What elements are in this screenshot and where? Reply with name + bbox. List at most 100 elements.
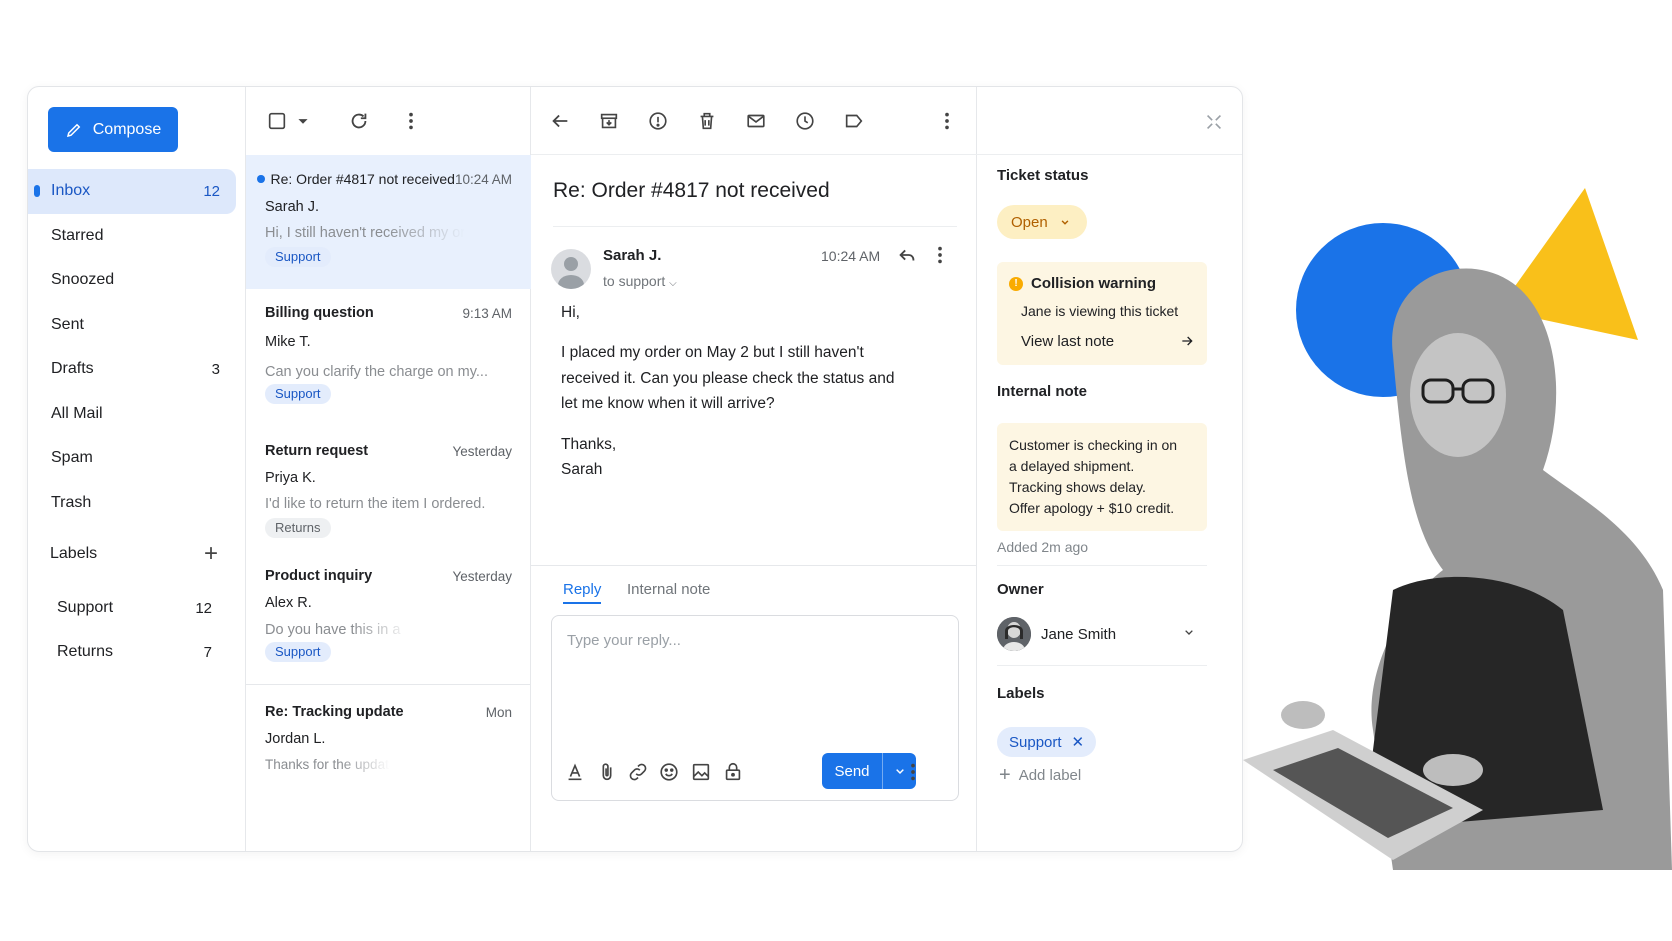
tab-internal-note[interactable]: Internal note xyxy=(627,581,710,598)
mail-app-window: Compose Inbox 12 Starred Snoozed Sent Dra… xyxy=(27,86,1243,852)
message-time: 9:13 AM xyxy=(462,305,512,321)
add-label-text: Add label xyxy=(1018,766,1082,784)
message-row-header: Return request Yesterday xyxy=(265,443,512,459)
more-vert-icon[interactable] xyxy=(929,244,951,266)
email-closing: Thanks, xyxy=(561,436,617,453)
sidebar-label-support[interactable]: Support 12 xyxy=(57,593,212,623)
label-name: Returns xyxy=(57,643,114,660)
message-row[interactable]: Re: Order #4817 not received 10:24 AM Sar… xyxy=(246,155,531,289)
labels-header: Labels + xyxy=(50,539,218,569)
nav-label: Drafts xyxy=(51,360,94,378)
owner-name: Jane Smith xyxy=(1041,625,1117,643)
nav-label: Sent xyxy=(51,315,84,333)
nav-item-snoozed[interactable]: Snoozed xyxy=(28,258,236,303)
plus-icon: + xyxy=(999,764,1011,786)
label-name: Support xyxy=(57,599,114,616)
unread-dot xyxy=(257,175,265,183)
message-sender: Sarah J. xyxy=(265,199,319,215)
view-last-note-link[interactable]: View last note xyxy=(1021,333,1195,353)
image-icon[interactable] xyxy=(690,761,712,783)
tab-reply[interactable]: Reply xyxy=(563,581,602,604)
sidebar-label-returns[interactable]: Returns 7 xyxy=(57,637,212,667)
checkbox-icon xyxy=(268,112,286,130)
person-icon xyxy=(997,617,1031,651)
message-subject: Re: Order #4817 not received xyxy=(270,171,455,187)
collision-warning-text: Jane is viewing this ticket xyxy=(1021,303,1179,319)
sender-avatar xyxy=(551,249,591,289)
compose-button[interactable]: Compose xyxy=(48,107,178,152)
lock-icon[interactable] xyxy=(722,761,744,783)
nav-label: Snoozed xyxy=(51,271,115,289)
nav-item-sent[interactable]: Sent xyxy=(28,303,236,348)
message-snippet: Do you have this in a xyxy=(265,622,401,638)
archive-icon[interactable] xyxy=(598,110,620,132)
refresh-icon[interactable] xyxy=(348,110,370,132)
ticket-panel: Ticket status Open ! Collision warning Ja… xyxy=(977,87,1242,851)
message-row[interactable]: Re: Tracking update Mon Jordan L. Thanks … xyxy=(246,704,531,772)
chevron-down-icon xyxy=(1181,624,1197,644)
email-subject: Re: Order #4817 not received xyxy=(553,179,830,202)
message-label-chip: Support xyxy=(265,384,331,404)
labels-title: Labels xyxy=(997,685,1045,702)
label-count: 7 xyxy=(203,643,212,661)
select-all-checkbox[interactable] xyxy=(266,110,288,132)
select-dropdown-chevron-icon[interactable] xyxy=(292,110,314,132)
collision-warning-title: Collision warning xyxy=(1031,275,1157,292)
collision-warning-box: ! Collision warning Jane is viewing this … xyxy=(997,262,1207,365)
add-label-button[interactable]: + Add label xyxy=(999,765,1081,785)
label-tag-icon[interactable] xyxy=(843,110,865,132)
owner-dropdown[interactable]: Jane Smith xyxy=(997,617,1197,651)
reply-input[interactable] xyxy=(567,632,937,649)
ticket-status-dropdown[interactable]: Open xyxy=(997,205,1087,239)
panel-header xyxy=(977,87,1242,155)
message-time: Mon xyxy=(485,704,512,720)
nav-item-inbox[interactable]: Inbox 12 xyxy=(28,169,236,214)
reply-section-divider xyxy=(531,565,977,566)
more-vert-icon[interactable] xyxy=(936,110,958,132)
delete-icon[interactable] xyxy=(696,110,718,132)
nav-item-spam[interactable]: Spam xyxy=(28,436,236,481)
link-icon[interactable] xyxy=(627,761,649,783)
nav-label: Starred xyxy=(51,226,104,244)
more-vert-icon[interactable] xyxy=(400,110,422,132)
report-spam-icon[interactable] xyxy=(647,110,669,132)
reply-composer: Send xyxy=(551,615,959,801)
nav-item-starred[interactable]: Starred xyxy=(28,214,236,259)
panel-divider xyxy=(997,565,1207,566)
message-label-chip: Support xyxy=(265,247,331,267)
email-time: 10:24 AM xyxy=(821,248,881,264)
remove-label-close-icon[interactable]: ✕ xyxy=(1072,733,1085,751)
nav-count: 3 xyxy=(211,360,220,378)
message-subject: Return request xyxy=(265,443,369,459)
collapse-panel-icon[interactable] xyxy=(1203,111,1225,133)
hand-shape xyxy=(1423,754,1483,786)
add-label-plus-icon[interactable]: + xyxy=(204,542,218,566)
nav-label: Spam xyxy=(51,449,93,467)
ticket-status-value: Open xyxy=(1011,213,1048,231)
back-arrow-icon[interactable] xyxy=(549,110,571,132)
nav-item-drafts[interactable]: Drafts 3 xyxy=(28,347,236,392)
reply-icon[interactable] xyxy=(896,244,918,266)
attach-icon[interactable] xyxy=(596,761,618,783)
message-row[interactable]: Product inquiry Yesterday Alex R. Do you … xyxy=(246,568,531,662)
emoji-icon[interactable] xyxy=(658,761,680,783)
nav-item-trash[interactable]: Trash xyxy=(28,481,236,526)
message-sender: Priya K. xyxy=(265,470,316,486)
note-line: Tracking shows delay. xyxy=(1009,479,1146,495)
text-format-icon[interactable] xyxy=(564,761,586,783)
recipient-dropdown[interactable]: to support ⌵ xyxy=(603,273,677,289)
nav-item-all-mail[interactable]: All Mail xyxy=(28,392,236,437)
sender-name: Sarah J. xyxy=(603,247,662,264)
message-row[interactable]: Return request Yesterday Priya K. I'd lik… xyxy=(246,443,531,538)
mark-unread-icon[interactable] xyxy=(745,110,767,132)
message-row-header: Re: Tracking update Mon xyxy=(265,704,512,720)
more-vert-icon[interactable] xyxy=(902,761,924,783)
send-label: Send xyxy=(834,762,870,780)
note-line: Customer is checking in on xyxy=(1009,437,1178,453)
subject-divider xyxy=(553,226,957,227)
snooze-clock-icon[interactable] xyxy=(794,110,816,132)
internal-note-title: Internal note xyxy=(997,383,1088,400)
message-row[interactable]: Billing question 9:13 AM Mike T. Can you … xyxy=(246,305,531,404)
panel-divider xyxy=(997,665,1207,666)
arrow-right-icon xyxy=(1179,333,1195,353)
